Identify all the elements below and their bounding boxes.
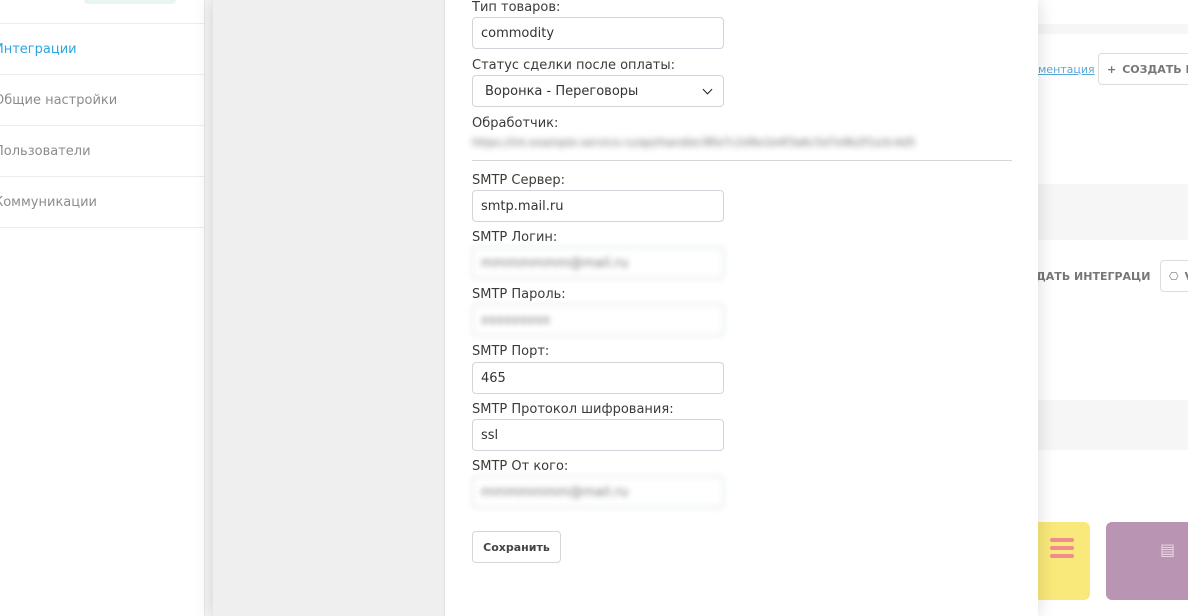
bg-band xyxy=(1038,0,1188,24)
document-icon: ▤ xyxy=(1160,540,1176,559)
smtp-protocol-input[interactable] xyxy=(472,419,724,451)
create-button-label: СОЗДАТЬ ИН xyxy=(1122,62,1188,76)
plus-icon: + xyxy=(1107,62,1117,76)
smtp-password-input[interactable] xyxy=(472,304,724,336)
handler-label: Обработчик: xyxy=(472,116,559,131)
goods-type-input[interactable] xyxy=(472,17,724,49)
smtp-server-input[interactable] xyxy=(472,190,724,222)
sidebar-item-integrations[interactable]: Интеграции xyxy=(0,24,204,75)
create-button[interactable]: + СОЗДАТЬ ИН xyxy=(1098,53,1188,85)
webhook-button-label: V xyxy=(1185,270,1188,283)
deal-status-value: Воронка - Переговоры xyxy=(485,83,639,99)
save-button[interactable]: Сохранить xyxy=(472,531,561,563)
documentation-link[interactable]: ментация xyxy=(1038,63,1095,76)
modal-left-panel xyxy=(213,0,445,616)
integration-tile-yellow[interactable] xyxy=(1038,522,1090,600)
background-content: ментация + СОЗДАТЬ ИН ДАТЬ ИНТЕГРАЦИЮ ⎔ … xyxy=(1036,0,1188,616)
integration-settings-modal: Тип товаров: Статус сделки после оплаты:… xyxy=(213,0,1038,616)
settings-sidebar: Интеграции Общие настройки Пользователи … xyxy=(0,0,205,616)
smtp-server-label: SMTP Сервер: xyxy=(472,173,565,188)
integration-tile-purple[interactable]: ▤ xyxy=(1106,522,1188,600)
sidebar-pill xyxy=(84,0,176,4)
webhook-icon: ⎔ xyxy=(1169,269,1179,283)
sidebar-item-label: Интеграции xyxy=(0,41,77,57)
smtp-login-input[interactable] xyxy=(472,247,724,279)
smtp-password-label: SMTP Пароль: xyxy=(472,287,566,302)
chevron-down-icon xyxy=(702,84,713,94)
smtp-protocol-label: SMTP Протокол шифрования: xyxy=(472,402,674,417)
smtp-from-label: SMTP От кого: xyxy=(472,459,569,474)
sidebar-item-communications[interactable]: Коммуникации xyxy=(0,177,204,228)
deal-status-select[interactable]: Воронка - Переговоры xyxy=(472,75,724,107)
sidebar-item-label: Пользователи xyxy=(0,143,91,159)
smtp-from-input[interactable] xyxy=(472,476,724,508)
smtp-login-label: SMTP Логин: xyxy=(472,230,558,245)
deal-status-label: Статус сделки после оплаты: xyxy=(472,58,676,73)
goods-type-label: Тип товаров: xyxy=(472,0,561,15)
sidebar-item-users[interactable]: Пользователи xyxy=(0,126,204,177)
smtp-port-label: SMTP Порт: xyxy=(472,344,550,359)
smtp-port-input[interactable] xyxy=(472,362,724,394)
tile-logo-icon xyxy=(1050,546,1074,550)
sidebar-top-strip xyxy=(0,0,204,24)
sidebar-item-label: Коммуникации xyxy=(0,194,98,210)
sidebar-item-label: Общие настройки xyxy=(0,92,118,108)
create-integration-label: ДАТЬ ИНТЕГРАЦИЮ xyxy=(1036,269,1150,283)
webhook-button[interactable]: ⎔ V xyxy=(1160,260,1188,292)
create-integration-button[interactable]: ДАТЬ ИНТЕГРАЦИЮ xyxy=(1028,260,1150,292)
sidebar-item-general-settings[interactable]: Общие настройки xyxy=(0,75,204,126)
handler-url: https://int.example-service.ru/api/handl… xyxy=(472,136,916,149)
form-divider xyxy=(472,160,1012,161)
